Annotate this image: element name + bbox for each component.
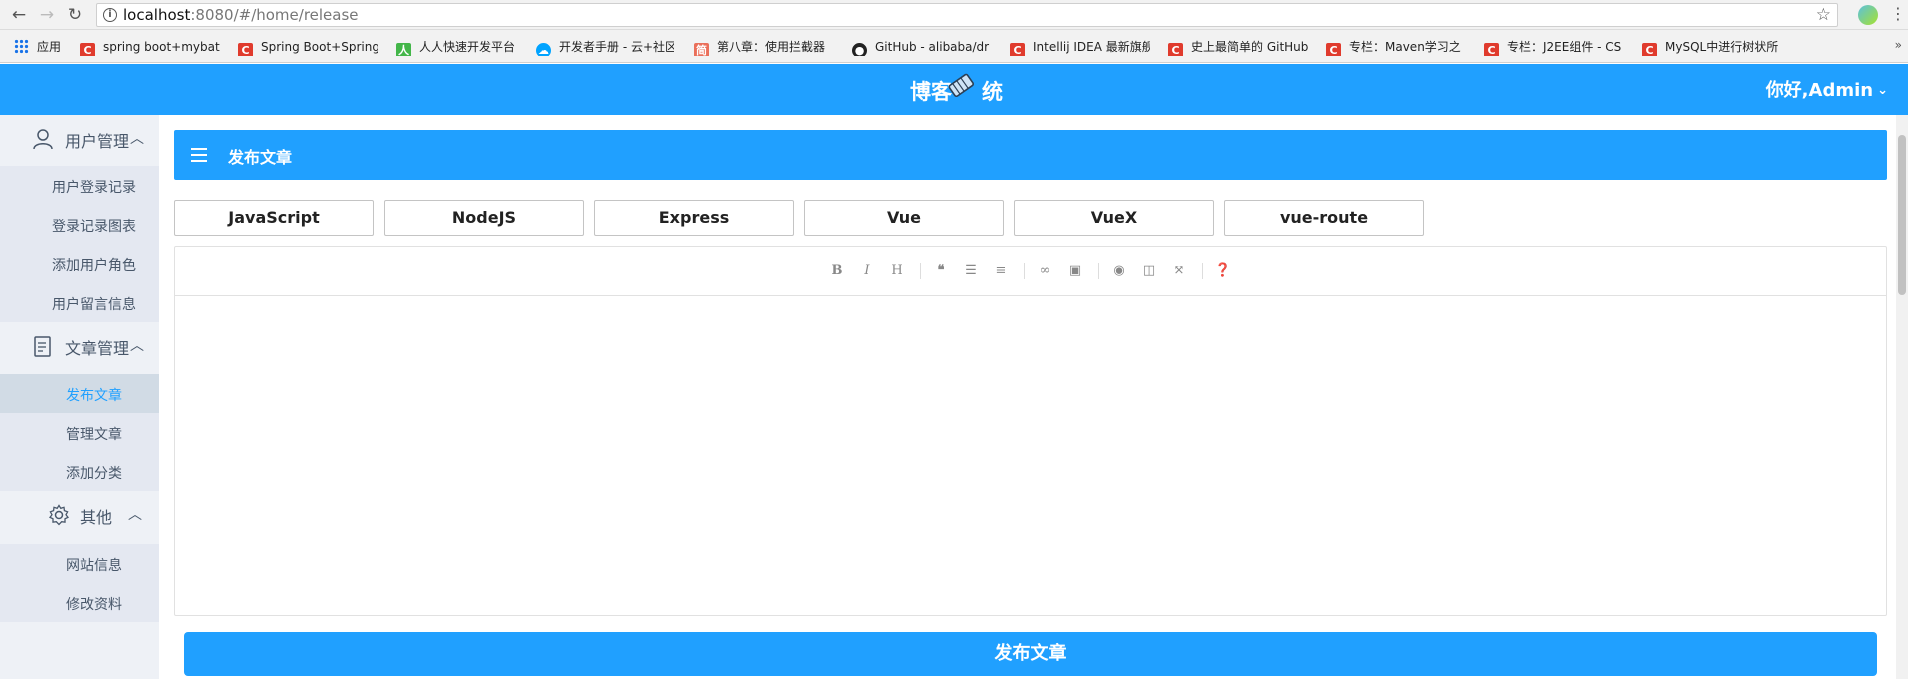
user-icon [33, 129, 53, 150]
link-icon[interactable]: ∞ [1036, 262, 1054, 280]
sidebar-group-article-management[interactable]: 文章管理 ︿ [0, 323, 159, 367]
sidebar-item-login-records[interactable]: 用户登录记录 [0, 166, 159, 205]
sidebar-item-publish-article[interactable]: 发布文章 [0, 374, 159, 413]
toolbar-separator [1024, 263, 1025, 279]
toolbar-separator [920, 263, 921, 279]
sidebar-item-site-info[interactable]: 网站信息 [0, 544, 159, 583]
tag-button-vuex[interactable]: VueX [1014, 200, 1214, 236]
fullscreen-icon[interactable]: ⤧ [1170, 262, 1188, 280]
info-icon[interactable]: i [103, 8, 117, 22]
sidebar-item-edit-profile[interactable]: 修改资料 [0, 583, 159, 622]
bookmark-item[interactable]: C Spring Boot+Spring [238, 38, 378, 56]
italic-icon[interactable]: I [858, 262, 876, 280]
publish-article-button[interactable]: 发布文章 [184, 632, 1877, 676]
reload-icon[interactable]: ↻ [64, 4, 86, 26]
jianshu-icon: 简 [694, 43, 709, 56]
csdn-icon: C [238, 43, 253, 56]
side-by-side-icon[interactable]: ◫ [1140, 262, 1158, 280]
extension-icon[interactable] [1858, 5, 1878, 25]
apps-grid-icon [14, 39, 29, 54]
sidebar: 用户管理 ︿ 用户登录记录 登录记录图表 添加用户角色 用户留言信息 文章管理 … [0, 115, 159, 679]
url-host: localhost [123, 6, 191, 24]
sidebar-group-user-management[interactable]: 用户管理 ︿ [0, 116, 159, 160]
image-icon[interactable]: ▣ [1066, 262, 1084, 280]
heading-icon[interactable]: H [888, 262, 906, 280]
editor-text-area[interactable] [175, 297, 1886, 615]
sidebar-item-login-chart[interactable]: 登录记录图表 [0, 205, 159, 244]
bookmark-item[interactable]: 简第八章：使用拦截器 [694, 38, 834, 56]
tag-button-javascript[interactable]: JavaScript [174, 200, 374, 236]
back-arrow-icon[interactable]: ← [8, 4, 30, 26]
document-icon [34, 336, 51, 357]
tag-button-vue[interactable]: Vue [804, 200, 1004, 236]
panel-header: 发布文章 [174, 130, 1887, 180]
ordered-list-icon[interactable]: ≡ [992, 262, 1010, 280]
csdn-icon: C [1484, 43, 1499, 56]
github-icon: ● [852, 43, 867, 56]
csdn-icon: C [1168, 43, 1183, 56]
bookmark-item[interactable]: ☁ 开发者手册 - 云+社区 [536, 38, 674, 56]
chevron-down-icon: ⌄ [1877, 83, 1888, 98]
bookmark-item[interactable]: Cspring boot+mybat [80, 38, 220, 56]
sidebar-group-other[interactable]: 其他 ︿ [0, 492, 159, 536]
csdn-icon: C [1326, 43, 1341, 56]
bookmark-star-icon[interactable]: ☆ [1816, 4, 1831, 26]
browser-toolbar: ← → ↻ i localhost:8080/#/home/release ☆ … [0, 0, 1908, 30]
bold-icon[interactable]: B [828, 262, 846, 280]
sidebar-item-user-messages[interactable]: 用户留言信息 [0, 283, 159, 322]
quote-icon[interactable]: ❝ [932, 262, 950, 280]
browser-menu-icon[interactable]: ⋮ [1890, 4, 1906, 23]
preview-icon[interactable]: ◉ [1110, 262, 1128, 280]
bookmark-item[interactable]: 人人人快速开发平台 [396, 38, 526, 56]
app-header: 博客统 你好,Admin ⌄ [0, 64, 1908, 115]
gear-icon [49, 504, 69, 526]
help-icon[interactable]: ❓ [1214, 262, 1232, 280]
hamburger-menu-icon[interactable] [191, 148, 207, 162]
forward-arrow-icon[interactable]: → [36, 4, 58, 26]
toolbar-separator [1098, 263, 1099, 279]
logo-icon [948, 73, 975, 98]
sidebar-item-add-category[interactable]: 添加分类 [0, 452, 159, 491]
sidebar-item-manage-articles[interactable]: 管理文章 [0, 413, 159, 452]
bookmarks-bar: 应用 Cspring boot+mybat C Spring Boot+Sprin… [0, 30, 1908, 63]
address-bar[interactable]: i localhost:8080/#/home/release ☆ [96, 3, 1838, 27]
sidebar-item-add-role[interactable]: 添加用户角色 [0, 244, 159, 283]
bookmark-item[interactable]: C Intellij IDEA 最新旗舰 [1010, 38, 1150, 56]
bookmarks-overflow-icon[interactable]: » [1895, 38, 1902, 52]
chevron-up-icon: ︿ [128, 507, 142, 523]
user-menu[interactable]: 你好,Admin ⌄ [1766, 76, 1888, 102]
bookmark-item[interactable]: C MySQL中进行树状所 [1642, 38, 1782, 56]
toolbar-separator [1202, 263, 1203, 279]
csdn-icon: C [80, 43, 95, 56]
cloud-icon: ☁ [536, 43, 551, 56]
bookmark-item[interactable]: C 史上最简单的 GitHub [1168, 38, 1308, 56]
unordered-list-icon[interactable]: ☰ [962, 262, 980, 280]
page-scrollbar[interactable] [1896, 115, 1908, 679]
tag-button-express[interactable]: Express [594, 200, 794, 236]
csdn-icon: C [1010, 43, 1025, 56]
tag-button-nodejs[interactable]: NodeJS [384, 200, 584, 236]
editor-toolbar: B I H ❝ ☰ ≡ ∞ ▣ ◉ ◫ ⤧ ❓ [175, 247, 1886, 296]
chevron-up-icon: ︿ [130, 131, 144, 147]
bookmark-item[interactable]: C 专栏：J2EE组件 - CS [1484, 38, 1624, 56]
bookmark-item[interactable]: ● GitHub - alibaba/dr [852, 38, 992, 56]
bookmark-item[interactable]: C 专栏：Maven学习之 [1326, 38, 1466, 56]
url-path: :8080/#/home/release [190, 6, 359, 24]
renren-icon: 人 [396, 43, 411, 56]
tag-button-vue-route[interactable]: vue-route [1224, 200, 1424, 236]
csdn-icon: C [1642, 43, 1657, 56]
bookmark-apps[interactable]: 应用 [14, 38, 74, 56]
scrollbar-thumb[interactable] [1898, 135, 1906, 295]
chevron-up-icon: ︿ [130, 338, 144, 354]
page-title: 发布文章 [228, 148, 293, 167]
markdown-editor: B I H ❝ ☰ ≡ ∞ ▣ ◉ ◫ ⤧ ❓ [174, 246, 1887, 616]
